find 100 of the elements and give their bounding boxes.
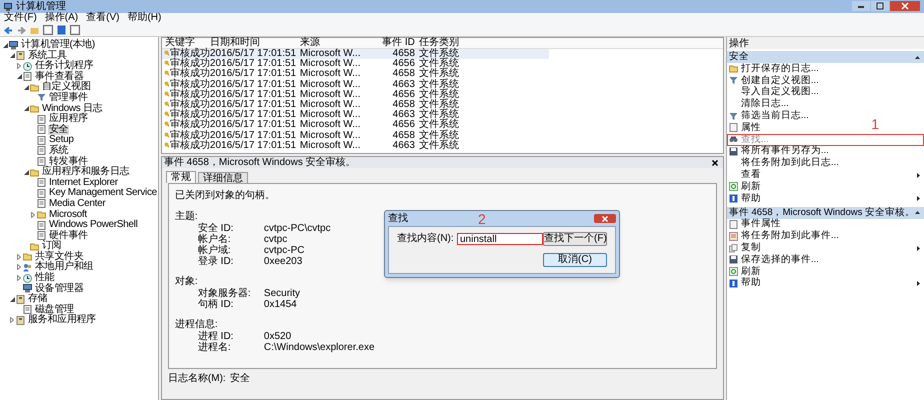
help-icon[interactable]: [57, 25, 66, 35]
action-item[interactable]: 帮助: [726, 278, 924, 290]
action-item[interactable]: 查找...: [726, 134, 924, 146]
table-cell-text: Microsoft W...: [300, 59, 362, 70]
tree-item[interactable]: 存储: [27, 294, 48, 304]
column-header[interactable]: 来源: [300, 38, 380, 48]
tree-item[interactable]: Internet Explorer: [48, 178, 119, 188]
column-header[interactable]: 任务类别: [414, 38, 465, 48]
key-icon: [164, 50, 169, 58]
tree-item[interactable]: 转发事件: [48, 156, 89, 167]
action-item[interactable]: 属性: [726, 122, 765, 134]
tree-item[interactable]: Microsoft: [48, 210, 88, 220]
collapse-icon[interactable]: [915, 56, 920, 58]
panel-icon[interactable]: [70, 25, 80, 35]
tab[interactable]: 常规: [166, 171, 196, 183]
expanded-arrow-icon[interactable]: [24, 84, 28, 90]
field-label: 对象服务器:: [198, 289, 252, 299]
tree-item[interactable]: 计算机管理(本地): [20, 40, 96, 50]
users-icon: [23, 262, 32, 272]
table-row[interactable]: 审核成功2016/5/17 17:01:51 Microsoft W... 4658 文件系统: [162, 130, 723, 141]
tree-item[interactable]: Windows 日志: [41, 104, 104, 114]
menu-item[interactable]: 帮助(H): [127, 13, 162, 24]
collapse-icon[interactable]: [915, 211, 920, 214]
collapsed-arrow-icon[interactable]: [17, 254, 21, 260]
table-row[interactable]: 审核成功2016/5/17 17:01:51 Microsoft W... 4663 文件系统: [162, 140, 723, 151]
action-item[interactable]: 导入自定义视图...: [726, 86, 823, 98]
tree-item[interactable]: 共享文件夹: [34, 252, 85, 262]
tree-item[interactable]: 性能: [34, 273, 56, 284]
close-icon[interactable]: [712, 160, 718, 166]
table-row[interactable]: 审核成功2016/5/17 17:01:51 Microsoft W... 4658 文件系统: [162, 69, 723, 80]
tree-item[interactable]: 安全: [48, 124, 70, 135]
action-item[interactable]: 创建自定义视图...: [726, 74, 823, 87]
action-item[interactable]: 帮助: [726, 192, 924, 205]
collapsed-arrow-icon[interactable]: [17, 275, 21, 282]
table-row[interactable]: 审核成功2016/5/17 17:01:51 Microsoft W... 4656 文件系统: [162, 90, 723, 100]
tree-item[interactable]: 系统: [48, 146, 70, 156]
expanded-arrow-icon[interactable]: [24, 170, 28, 175]
tree-item[interactable]: 本地用户和组: [34, 262, 94, 272]
action-item[interactable]: 查看: [726, 169, 924, 181]
action-item[interactable]: 刷新: [726, 180, 765, 193]
tree-item[interactable]: 自定义视图: [41, 82, 92, 92]
action-item[interactable]: 将任务附加到此事件...: [726, 230, 843, 242]
action-item[interactable]: 事件属性: [726, 218, 785, 230]
find-next-button[interactable]: 查找下一个(F): [543, 232, 607, 246]
expanded-arrow-icon[interactable]: [24, 106, 28, 112]
action-item[interactable]: 清除日志...: [726, 98, 793, 110]
collapsed-arrow-icon[interactable]: [31, 212, 35, 218]
back-icon[interactable]: [4, 26, 13, 34]
forward-icon[interactable]: [17, 26, 26, 34]
action-item[interactable]: 将所有事件另存为...: [726, 146, 833, 158]
column-header[interactable]: 事件 ID: [380, 38, 415, 48]
action-item[interactable]: 保存选择的事件...: [726, 254, 823, 266]
group-header[interactable]: 安全: [726, 51, 924, 63]
action-item[interactable]: 刷新: [726, 266, 765, 278]
search-field[interactable]: uninstall: [457, 233, 543, 245]
expanded-arrow-icon[interactable]: [16, 74, 22, 80]
cancel-button[interactable]: 取消(C): [543, 253, 607, 267]
action-item[interactable]: 筛选当前日志...: [726, 110, 813, 122]
table-row[interactable]: 审核成功2016/5/17 17:01:51 Microsoft W... 4663 文件系统: [162, 80, 723, 90]
tree-item[interactable]: 应用程序: [48, 114, 89, 124]
collapsed-arrow-icon[interactable]: [10, 317, 14, 324]
tree-item[interactable]: 磁盘管理: [34, 304, 75, 315]
tree-item[interactable]: Media Center: [48, 198, 106, 209]
action-item[interactable]: 打开保存的日志...: [726, 63, 823, 75]
tree-item[interactable]: 订阅: [41, 241, 62, 252]
tab[interactable]: 详细信息: [198, 172, 248, 184]
document-icon: [23, 72, 32, 82]
action-item[interactable]: 复制: [726, 242, 924, 254]
expanded-arrow-icon[interactable]: [10, 296, 14, 302]
collapsed-arrow-icon[interactable]: [17, 63, 21, 70]
tree-item[interactable]: Windows PowerShell: [48, 220, 139, 230]
expanded-arrow-icon[interactable]: [2, 42, 8, 48]
maximize-button[interactable]: [871, 1, 889, 11]
field-label: 进程名:: [198, 343, 232, 354]
column-header[interactable]: 日期和时间: [210, 38, 300, 48]
column-header[interactable]: 关键字: [164, 38, 210, 48]
close-button[interactable]: [594, 214, 616, 223]
menu-item[interactable]: 文件(F): [4, 13, 37, 24]
table-cell-text: 文件系统: [418, 120, 460, 130]
expanded-arrow-icon[interactable]: [10, 53, 14, 58]
menu-item[interactable]: 操作(A): [44, 13, 78, 24]
panel-icon[interactable]: [43, 25, 53, 35]
minimize-icon: [857, 4, 865, 8]
tree-item[interactable]: 系统工具: [27, 50, 68, 61]
tree-item[interactable]: Setup: [48, 135, 75, 146]
close-button[interactable]: [890, 1, 920, 11]
menu-item[interactable]: 查看(V): [86, 13, 120, 24]
group-header[interactable]: 事件 4658，Microsoft Windows 安全审核。: [726, 206, 924, 219]
tree-item[interactable]: 设备管理器: [34, 284, 85, 294]
tree-item[interactable]: 应用程序和服务日志: [41, 167, 130, 178]
tree-item[interactable]: 硬件事件: [48, 230, 89, 241]
tree-item[interactable]: 服务和应用程序: [27, 315, 97, 326]
tree-item[interactable]: 任务计划程序: [34, 61, 94, 72]
tree-item[interactable]: 管理事件: [48, 92, 89, 103]
tree-item[interactable]: 事件查看器: [34, 72, 85, 82]
action-item[interactable]: 将任务附加到此日志...: [726, 157, 843, 170]
collapsed-arrow-icon[interactable]: [17, 264, 21, 270]
tree-item[interactable]: Key Management Service: [48, 188, 158, 198]
minimize-button[interactable]: [852, 1, 870, 11]
table-row[interactable]: 审核成功2016/5/17 17:01:51 Microsoft W... 4656 文件系统: [162, 120, 723, 130]
